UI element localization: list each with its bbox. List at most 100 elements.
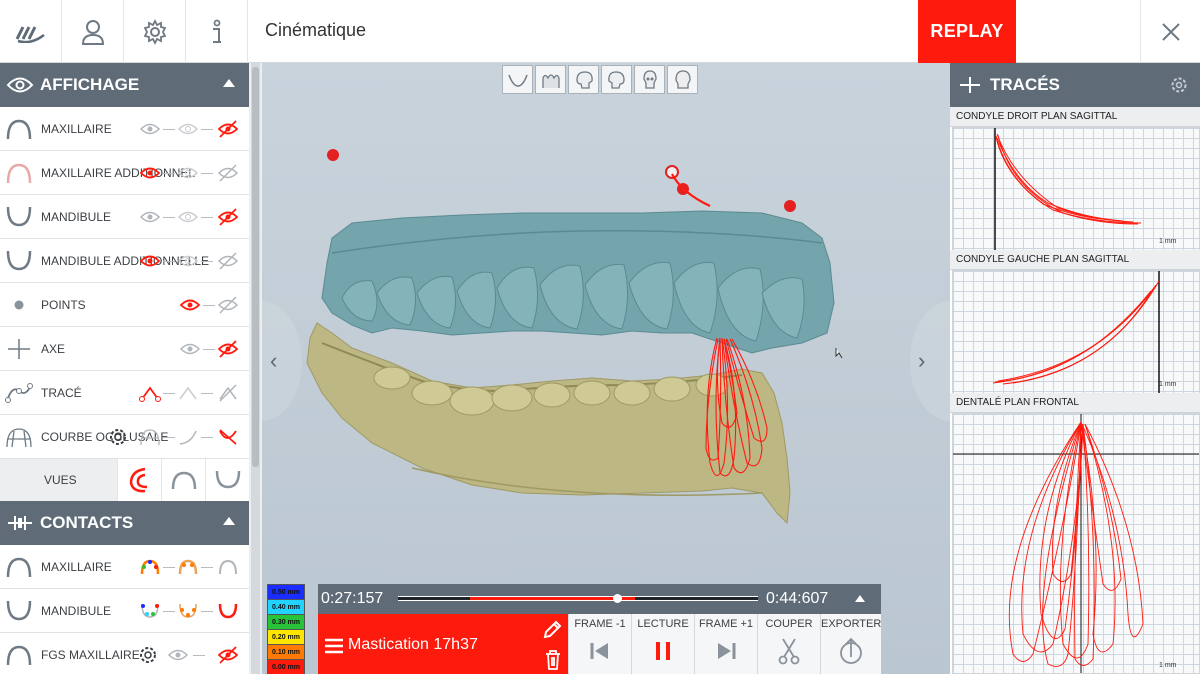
scale-label: 1 mm <box>1159 238 1177 245</box>
frame-next-button[interactable]: FRAME +1 <box>694 614 757 674</box>
point-icon <box>14 300 24 310</box>
exporter-button[interactable]: EXPORTER <box>820 614 881 674</box>
contact-partial-icon[interactable] <box>177 557 199 577</box>
legend-item: 0.40 mm <box>267 599 305 614</box>
eye-hidden-icon[interactable] <box>217 645 239 665</box>
axis-icon <box>8 339 30 359</box>
legend-item: 0.30 mm <box>267 614 305 629</box>
gear-icon[interactable] <box>107 427 129 447</box>
mandible-arch-icon <box>6 206 32 227</box>
eye-visible-icon[interactable] <box>179 295 201 315</box>
vue-maxilla-button[interactable] <box>161 459 205 501</box>
frame-prev-button[interactable]: FRAME -1 <box>568 614 631 674</box>
row-mandibule: MANDIBULE <box>0 195 249 239</box>
lecture-button[interactable]: LECTURE <box>631 614 694 674</box>
vue-mandible-button[interactable] <box>205 459 249 501</box>
eye-transparent-icon[interactable] <box>177 119 199 139</box>
info-icon[interactable] <box>186 0 248 63</box>
current-time: 0:27:157 <box>321 590 384 607</box>
trash-icon[interactable] <box>544 650 562 670</box>
dentale-frontal-plot[interactable]: 1 mm <box>952 413 1200 674</box>
close-icon <box>1161 22 1180 41</box>
edit-pencil-icon[interactable] <box>542 620 562 640</box>
contacts-header[interactable]: CONTACTS <box>0 501 249 545</box>
expand-caret-icon[interactable] <box>855 595 865 602</box>
replay-button[interactable]: REPLAY <box>918 0 1016 63</box>
trace-icon <box>5 383 33 403</box>
close-button[interactable] <box>1140 0 1200 63</box>
timeline-selection[interactable] <box>470 597 635 600</box>
eye-hidden-icon[interactable] <box>217 251 239 271</box>
vues-row: VUES <box>0 459 249 501</box>
maxilla-arch-icon <box>6 557 32 578</box>
row-points: POINTS <box>0 283 249 327</box>
eye-hidden-icon[interactable] <box>217 339 239 359</box>
export-icon <box>840 637 862 664</box>
condyle-left-plot[interactable]: 1 mm <box>952 270 1200 395</box>
traces-title: TRACÉS <box>990 75 1060 94</box>
row-trace: TRACÉ <box>0 371 249 415</box>
mandible-arch-icon <box>6 600 32 621</box>
occlusal-hidden-icon[interactable] <box>217 427 239 447</box>
eye-transparent-icon[interactable] <box>177 207 199 227</box>
recording-selector[interactable]: Mastication 17h37 <box>318 614 568 674</box>
eye-visible-icon[interactable] <box>179 339 201 359</box>
left-panel-scrollbar[interactable] <box>251 63 260 674</box>
end-time: 0:44:607 <box>766 590 829 607</box>
trace-transparent-icon[interactable] <box>177 383 199 403</box>
eye-hidden-icon[interactable] <box>217 163 239 183</box>
collapse-caret-icon[interactable] <box>223 517 235 525</box>
affichage-header[interactable]: AFFICHAGE <box>0 63 249 107</box>
3d-viewport[interactable]: ‹ › <box>262 63 950 674</box>
contacts-title: CONTACTS <box>40 513 134 532</box>
eye-transparent-icon[interactable] <box>177 251 199 271</box>
jaw-side-icon <box>129 467 147 493</box>
legend-item: 0.20 mm <box>267 629 305 644</box>
eye-hidden-icon[interactable] <box>217 295 239 315</box>
occlusal-transparent-icon[interactable] <box>177 427 199 447</box>
eye-visible-icon[interactable] <box>139 207 161 227</box>
condyle-right-plot[interactable]: 1 mm <box>952 127 1200 252</box>
row-mandibule-additionnelle: MANDIBULE ADDITIONNELLE <box>0 239 249 283</box>
maxilla-arch-icon <box>6 163 32 184</box>
timeline-bar: 0:27:157 0:44:607 <box>318 584 881 614</box>
couper-button[interactable]: COUPER <box>757 614 820 674</box>
app-window: Cinématique REPLAY AFFICHAGE MAXILLAIRE <box>0 0 1200 674</box>
timeline-handle[interactable] <box>613 594 622 603</box>
trace-hidden-icon[interactable] <box>217 383 239 403</box>
contact-off-icon[interactable] <box>217 557 239 577</box>
row-maxillaire: MAXILLAIRE <box>0 107 249 151</box>
row-contacts-mandibule: MANDIBULE <box>0 589 249 633</box>
occlusal-visible-icon[interactable] <box>139 427 161 447</box>
gear-icon[interactable] <box>1170 76 1188 94</box>
app-logo-icon[interactable] <box>0 0 62 63</box>
row-contacts-maxillaire: MAXILLAIRE <box>0 545 249 589</box>
jaw-model-render <box>306 149 843 525</box>
eye-visible-icon[interactable] <box>139 251 161 271</box>
trace-visible-icon[interactable] <box>139 383 161 403</box>
eye-hidden-icon[interactable] <box>217 119 239 139</box>
legend-item: 0.00 mm <box>267 659 305 674</box>
right-panel: TRACÉS CONDYLE DROIT PLAN SAGITTAL 1 mm … <box>950 63 1200 674</box>
contact-colored-icon[interactable] <box>139 601 161 621</box>
scrollbar-thumb[interactable] <box>252 67 259 467</box>
contact-partial-icon[interactable] <box>177 601 199 621</box>
contact-active-icon[interactable] <box>217 601 239 621</box>
vue-maxilla-mandible-button[interactable] <box>117 459 161 501</box>
scale-label: 1 mm <box>1159 662 1177 669</box>
timeline-slider[interactable] <box>398 594 758 603</box>
frame-back-icon <box>590 643 608 659</box>
eye-visible-icon[interactable] <box>139 163 161 183</box>
plot-title: DENTALÉ PLAN FRONTAL <box>950 393 1200 413</box>
eye-hidden-icon[interactable] <box>217 207 239 227</box>
collapse-caret-icon[interactable] <box>223 79 235 87</box>
frame-forward-icon <box>718 643 736 659</box>
contact-colored-icon[interactable] <box>139 557 161 577</box>
eye-visible-icon[interactable] <box>167 645 189 665</box>
user-icon[interactable] <box>62 0 124 63</box>
traces-header: TRACÉS <box>950 63 1200 107</box>
settings-gear-icon[interactable] <box>124 0 186 63</box>
eye-visible-icon[interactable] <box>139 119 161 139</box>
eye-transparent-icon[interactable] <box>177 163 199 183</box>
gear-icon[interactable] <box>137 645 159 665</box>
